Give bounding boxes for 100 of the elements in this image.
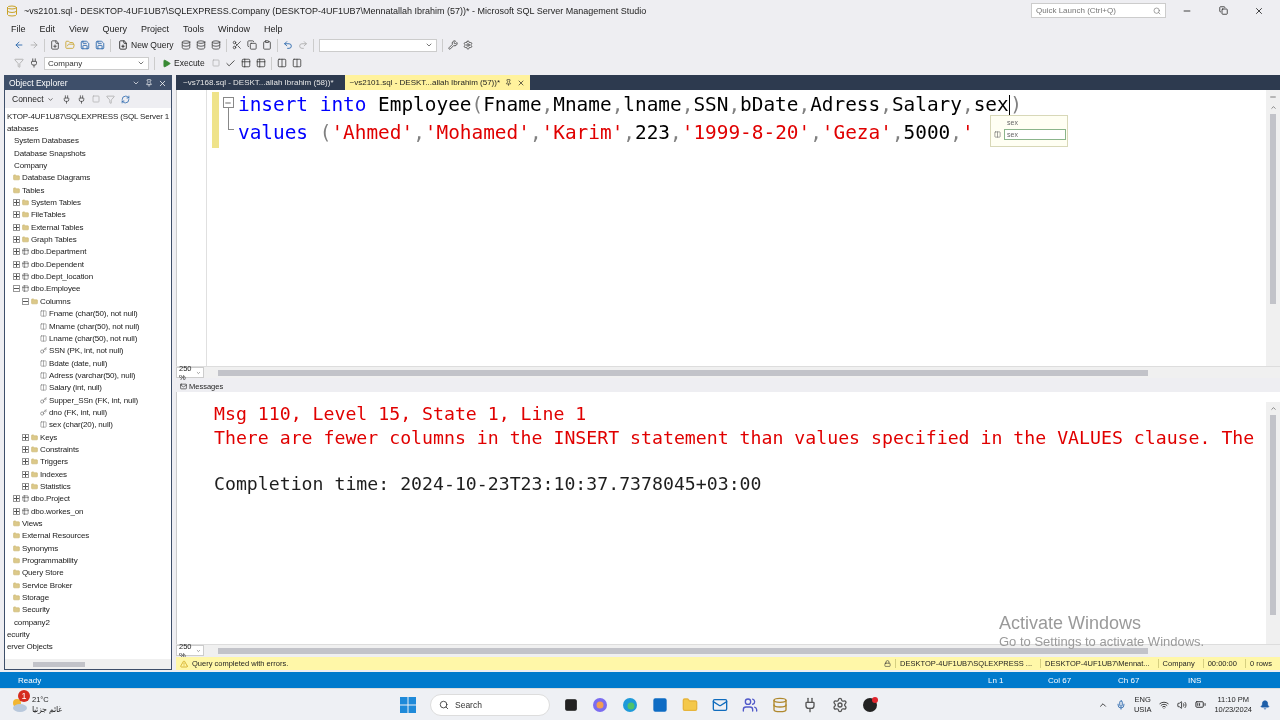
menu-item[interactable]: Project	[133, 23, 176, 34]
database-query-icon[interactable]	[195, 40, 206, 50]
database-query-icon[interactable]	[210, 40, 221, 50]
tree-item[interactable]: Statistics	[40, 482, 71, 491]
tree-item[interactable]: Keys	[40, 432, 58, 442]
new-file-icon[interactable]	[50, 40, 60, 50]
tree-item[interactable]: Database Snapshots	[14, 148, 86, 158]
battery-icon[interactable]	[1195, 699, 1207, 710]
tree-item[interactable]: Query Store	[22, 568, 64, 578]
menu-item[interactable]: File	[4, 23, 33, 34]
back-icon[interactable]	[14, 40, 24, 50]
menu-item[interactable]: View	[62, 23, 96, 34]
tree-item[interactable]: Supper_SSn (FK, int, null)	[49, 395, 139, 405]
tree-item[interactable]: dbo.Project	[31, 494, 70, 504]
save-icon[interactable]	[80, 40, 90, 50]
new-query-button[interactable]: New Query	[116, 40, 176, 50]
expand-toggle[interactable]	[13, 223, 20, 231]
expand-toggle[interactable]	[22, 470, 29, 478]
search-icon[interactable]	[1153, 6, 1161, 15]
table-icon[interactable]	[255, 58, 266, 68]
settings-icon[interactable]	[462, 40, 473, 50]
restore-icon[interactable]	[1218, 6, 1228, 15]
expand-toggle[interactable]	[13, 260, 20, 268]
start-button[interactable]	[400, 696, 416, 713]
collapse-toggle[interactable]	[22, 297, 29, 305]
expand-toggle[interactable]	[13, 199, 20, 207]
wrench-icon[interactable]	[447, 40, 458, 50]
database-dropdown[interactable]: Company	[44, 56, 149, 70]
tree-item[interactable]: Service Broker	[22, 580, 73, 590]
caret-icon[interactable]	[46, 95, 54, 103]
scrollbar-thumb[interactable]	[33, 661, 85, 667]
menu-item[interactable]: Edit	[32, 23, 63, 34]
tree-item[interactable]: Adress (varchar(50), null)	[49, 370, 136, 380]
tree-item[interactable]: Views	[22, 519, 43, 528]
close-icon[interactable]	[158, 78, 167, 88]
expand-toggle[interactable]	[13, 211, 20, 219]
tree-item[interactable]: Storage	[22, 593, 49, 603]
tree-item[interactable]: SSN (PK, int, not null)	[49, 346, 124, 356]
app-icon[interactable]	[862, 696, 878, 713]
volume-icon[interactable]	[1177, 699, 1188, 710]
search-field[interactable]: Search	[430, 693, 550, 716]
tree-item[interactable]: atabases	[7, 124, 39, 133]
tree-item[interactable]: Security	[22, 605, 50, 615]
tree-item[interactable]: dbo.Employee	[31, 284, 81, 294]
tree-item[interactable]: Fname (char(50), not null)	[49, 309, 138, 319]
tree-item[interactable]: Mname (char(50), not null)	[49, 321, 140, 331]
tree-item[interactable]: KTOP-4UF1U87\SQLEXPRESS (SQL Server 1	[7, 111, 170, 121]
menu-item[interactable]: Tools	[175, 23, 211, 34]
tree-item[interactable]: System Databases	[14, 136, 79, 146]
close-icon[interactable]	[1254, 5, 1264, 16]
wifi-icon[interactable]	[1159, 699, 1170, 710]
table-icon[interactable]	[240, 58, 251, 68]
caret-icon[interactable]	[424, 41, 433, 49]
scrollbar-thumb[interactable]	[218, 647, 1148, 654]
tree-item[interactable]: Constraints	[40, 444, 79, 454]
tree-item[interactable]: Bdate (date, null)	[49, 358, 108, 368]
menu-item[interactable]: Window	[210, 23, 257, 34]
database-query-icon[interactable]	[180, 40, 191, 50]
tree-item[interactable]: Triggers	[40, 457, 68, 467]
plug-icon[interactable]	[802, 696, 818, 713]
check-icon[interactable]	[224, 57, 236, 69]
expand-toggle[interactable]	[13, 507, 20, 515]
expand-toggle[interactable]	[22, 433, 29, 441]
store-icon[interactable]	[652, 696, 668, 713]
pin-icon[interactable]	[505, 79, 513, 86]
browser-icon[interactable]	[622, 696, 638, 713]
save-all-icon[interactable]	[95, 40, 105, 50]
tree-item[interactable]: System Tables	[31, 198, 81, 208]
microphone-icon[interactable]	[1115, 699, 1126, 710]
caret-icon[interactable]	[137, 59, 145, 67]
plug-icon[interactable]	[61, 94, 71, 104]
scrollbar-thumb[interactable]	[1270, 114, 1276, 304]
scrollbar-thumb[interactable]	[1270, 415, 1276, 615]
tree-item[interactable]: dno (FK, int, null)	[49, 407, 108, 417]
tree-item[interactable]: Salary (int, null)	[49, 383, 102, 393]
plug-icon[interactable]	[29, 58, 39, 68]
collapse-toggle[interactable]	[13, 285, 20, 293]
tree-item[interactable]: Synonyms	[22, 543, 59, 553]
tree-item[interactable]: erver Objects	[7, 642, 53, 652]
expand-toggle[interactable]	[13, 495, 20, 503]
scroll-up-icon[interactable]	[1269, 405, 1277, 412]
tree-item[interactable]: Graph Tables	[31, 235, 77, 245]
columns-icon[interactable]	[276, 58, 287, 68]
columns-icon[interactable]	[291, 58, 302, 68]
tree-item[interactable]: Lname (char(50), not null)	[49, 333, 138, 343]
cut-icon[interactable]	[231, 40, 242, 50]
tree-item[interactable]: Company	[14, 161, 48, 171]
plug-icon[interactable]	[76, 94, 86, 104]
refresh-icon[interactable]	[120, 94, 130, 104]
tree-item[interactable]: Tables	[22, 185, 45, 195]
menu-item[interactable]: Query	[95, 23, 134, 34]
tree-item[interactable]: sex (char(20), null)	[49, 420, 113, 430]
tree-item[interactable]: dbo.Dependent	[31, 259, 84, 269]
play-icon[interactable]	[162, 58, 171, 68]
scroll-up-icon[interactable]	[1269, 104, 1277, 111]
task-view-icon[interactable]	[564, 697, 578, 712]
expand-toggle[interactable]	[13, 248, 20, 256]
expand-toggle[interactable]	[13, 273, 20, 281]
quick-launch-field[interactable]: Quick Launch (Ctrl+Q)	[1031, 3, 1166, 18]
expand-toggle[interactable]	[22, 458, 29, 466]
